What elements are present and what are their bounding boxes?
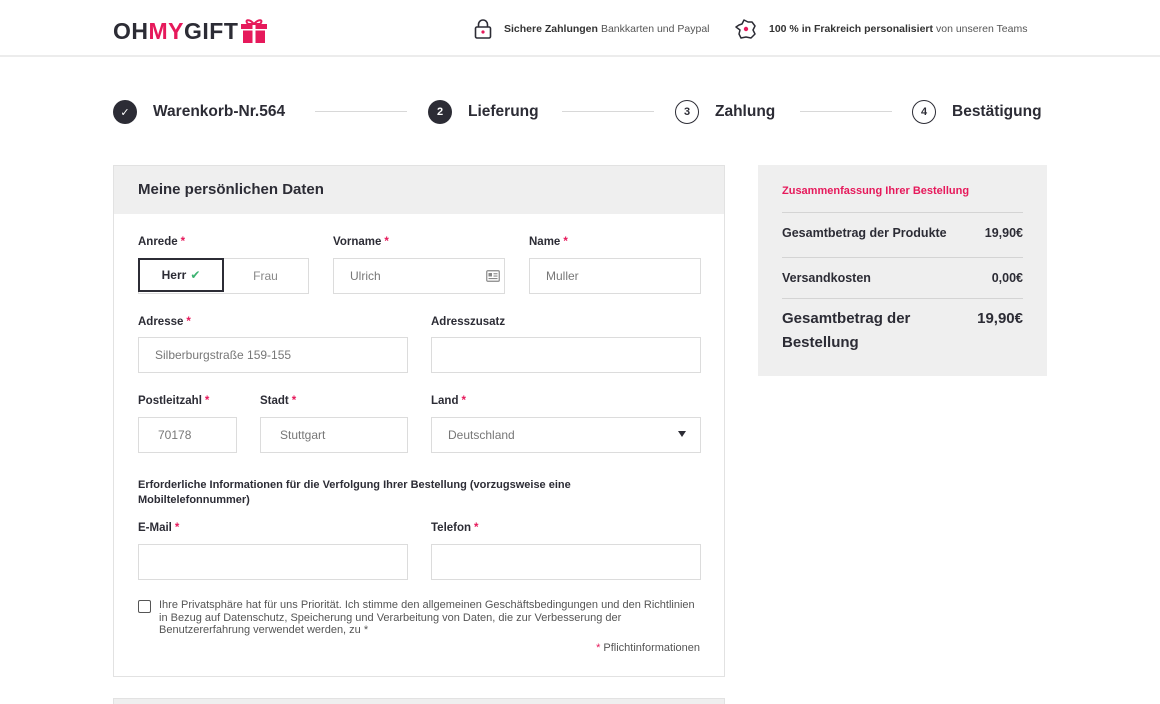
anrede-herr-option[interactable]: Herr ✔ xyxy=(138,258,224,292)
personal-data-card: Meine persönlichen Daten Anrede * Herr ✔ F… xyxy=(113,165,725,677)
trust-text: von unseren Teams xyxy=(936,23,1028,35)
telefon-label: Telefon * xyxy=(431,522,479,534)
vorname-input[interactable]: Ulrich xyxy=(333,258,505,294)
contact-card-icon xyxy=(486,270,500,282)
next-section-card xyxy=(113,698,725,704)
email-input[interactable] xyxy=(138,544,408,580)
summary-value: 19,90€ xyxy=(984,226,1023,240)
site-header: OH MY GIFT Sichere Zahlungen Bankkarten un… xyxy=(0,0,1160,57)
adresszusatz-input[interactable] xyxy=(431,337,701,373)
trust-bold-text: 100 % in Frakreich personalisiert xyxy=(769,23,933,35)
lock-icon xyxy=(474,19,492,39)
logo-text-oh: OH xyxy=(113,17,149,44)
summary-value: 19,90€ xyxy=(977,310,1023,327)
land-label: Land * xyxy=(431,395,466,407)
land-select[interactable]: Deutschland xyxy=(431,417,701,453)
divider xyxy=(782,212,1023,213)
step-label: Bestätigung xyxy=(952,103,1042,120)
trust-bold-text: Sichere Zahlungen xyxy=(504,23,598,35)
anrede-label: Anrede * xyxy=(138,236,186,248)
name-input[interactable]: Muller xyxy=(529,258,701,294)
order-summary: Zusammenfassung Ihrer Bestellung Gesamtb… xyxy=(758,165,1047,376)
step-delivery: 2 Lieferung xyxy=(428,99,539,125)
trust-text: Bankkarten und Paypal xyxy=(600,23,710,35)
step-connector xyxy=(315,111,407,112)
mandatory-note: * Pflichtinformationen xyxy=(596,642,700,654)
stadt-label: Stadt * xyxy=(260,395,297,407)
logo-text-gift: GIFT xyxy=(184,17,239,44)
summary-row-total: Gesamtbetrag der Bestellung 19,90€ xyxy=(782,307,1023,355)
postleitzahl-input[interactable]: 70178 xyxy=(138,417,237,453)
consent-text: Ihre Privatsphäre hat für uns Priorität.… xyxy=(159,599,695,636)
summary-title: Zusammenfassung Ihrer Bestellung xyxy=(782,185,970,197)
step-connector xyxy=(562,111,654,112)
divider xyxy=(782,257,1023,258)
adresse-input[interactable]: Silberburgstraße 159-155 xyxy=(138,337,408,373)
logo-text-my: MY xyxy=(148,17,184,44)
adresse-label: Adresse * xyxy=(138,316,191,328)
vorname-label: Vorname * xyxy=(333,236,389,248)
anrede-frau-option[interactable]: Frau xyxy=(223,259,308,293)
step-label: Warenkorb-Nr.564 xyxy=(153,103,286,120)
consent-checkbox[interactable] xyxy=(138,600,151,613)
step-label: Lieferung xyxy=(468,103,539,120)
summary-label: Gesamtbetrag der Bestellung xyxy=(782,310,911,351)
summary-label: Versandkosten xyxy=(782,271,871,285)
adresszusatz-label: Adresszusatz xyxy=(431,316,506,328)
divider xyxy=(782,298,1023,299)
step-connector xyxy=(800,111,892,112)
postleitzahl-label: Postleitzahl * xyxy=(138,395,210,407)
summary-value: 0,00€ xyxy=(991,271,1023,285)
step-number: 4 xyxy=(912,100,936,124)
dropdown-arrow-icon xyxy=(678,431,686,437)
telefon-input[interactable] xyxy=(431,544,701,580)
step-cart[interactable]: ✓ Warenkorb-Nr.564 xyxy=(113,99,285,125)
step-number: 2 xyxy=(428,100,452,124)
step-number: 3 xyxy=(675,100,699,124)
trust-secure-payments: Sichere Zahlungen Bankkarten und Paypal xyxy=(474,18,710,40)
step-confirmation: 4 Bestätigung xyxy=(912,99,1042,125)
email-label: E-Mail * xyxy=(138,522,180,534)
france-map-icon xyxy=(735,19,756,39)
step-payment: 3 Zahlung xyxy=(675,99,775,125)
stadt-input[interactable]: Stuttgart xyxy=(260,417,408,453)
card-header: Meine persönlichen Daten xyxy=(114,166,724,214)
step-done-check-icon: ✓ xyxy=(113,100,137,124)
summary-row-products: Gesamtbetrag der Produkte 19,90€ xyxy=(782,226,1023,240)
summary-label: Gesamtbetrag der Produkte xyxy=(782,226,947,240)
check-icon: ✔ xyxy=(190,268,201,282)
card-title: Meine persönlichen Daten xyxy=(138,181,324,198)
name-label: Name * xyxy=(529,236,568,248)
step-label: Zahlung xyxy=(715,103,776,120)
trust-made-in-france: 100 % in Frakreich personalisiert von un… xyxy=(735,18,1027,40)
summary-row-shipping: Versandkosten 0,00€ xyxy=(782,271,1023,285)
tracking-info-text: Erforderliche Informationen für die Verf… xyxy=(138,479,571,506)
anrede-selector: Herr ✔ Frau xyxy=(138,258,309,294)
gift-box-icon xyxy=(241,19,268,43)
ohmygift-logo[interactable]: OH MY GIFT xyxy=(113,16,268,46)
